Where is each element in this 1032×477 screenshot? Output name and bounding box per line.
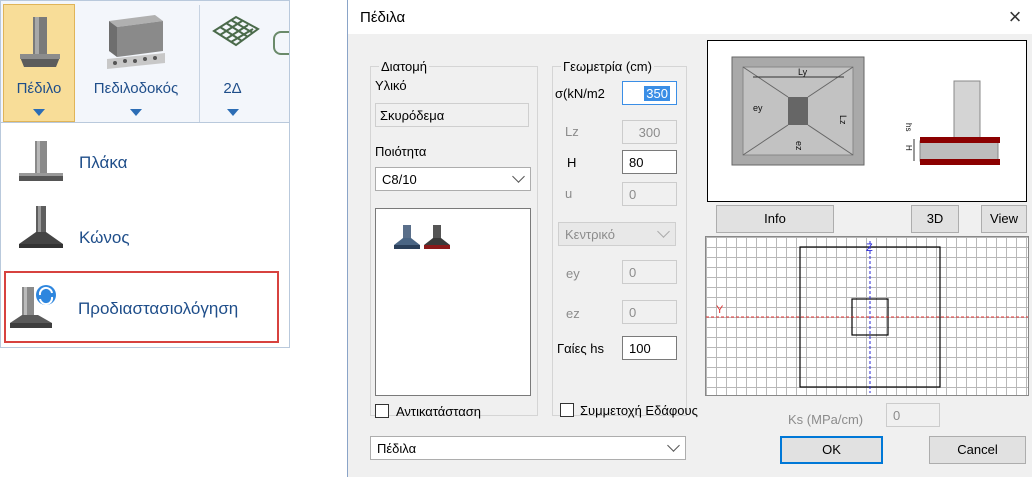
ribbon-menu: Πέδιλο Πεδιλοδοκός 2Δ Πλάκα Κώνος Προδια… xyxy=(0,0,290,348)
lz-label: Lz xyxy=(565,124,579,139)
lz-dim-label: Lz xyxy=(838,115,848,125)
2d-ribbon-label: 2Δ xyxy=(223,80,242,97)
footing-kind-value: Πέδιλα xyxy=(377,441,417,456)
menu-item-predimensioning-label: Προδιαστασιολόγηση xyxy=(78,299,239,318)
section-group-title: Διατομή xyxy=(379,59,429,74)
sigma-label: σ(kN/m2 xyxy=(555,86,605,101)
ribbon-overflow-icon xyxy=(273,31,289,55)
info-button[interactable]: Info xyxy=(716,205,834,233)
chevron-down-icon xyxy=(130,109,142,116)
cancel-button[interactable]: Cancel xyxy=(929,436,1026,464)
chevron-down-icon xyxy=(33,109,45,116)
slab-footing-icon xyxy=(19,141,63,181)
soil-participation-label: Συμμετοχή Εδάφους xyxy=(580,403,698,418)
footing-ribbon-button[interactable]: Πέδιλο xyxy=(3,4,75,122)
footing-drawing: Ly ey Lz ez hs H xyxy=(731,56,1000,166)
chevron-down-icon xyxy=(667,439,680,452)
sigma-value: 350 xyxy=(644,86,670,101)
soil-participation-checkbox[interactable] xyxy=(560,403,574,417)
3d-button[interactable]: 3D xyxy=(911,205,959,233)
strip-footing-icon xyxy=(107,15,165,69)
menu-item-slab[interactable]: Πλάκα xyxy=(9,133,279,193)
placement-grid[interactable]: Z Y xyxy=(705,236,1029,396)
z-axis-label: Z xyxy=(866,242,873,254)
dialog-title: Πέδιλα xyxy=(360,9,406,26)
ey-label: ey xyxy=(566,266,580,281)
ez-dim-label: ez xyxy=(794,141,804,151)
lz-input[interactable]: 300 xyxy=(622,120,677,144)
ok-button[interactable]: OK xyxy=(780,436,883,464)
footings-dialog: Πέδιλα × Διατομή Υλικό Σκυρόδεμα Ποιότητ… xyxy=(347,0,1032,477)
hs-label: Γαίες hs xyxy=(557,341,604,356)
geometry-group-title: Γεωμετρία (cm) xyxy=(561,59,654,74)
material-label: Υλικό xyxy=(375,78,407,93)
footing-ribbon-label: Πέδιλο xyxy=(16,80,62,97)
chevron-down-icon xyxy=(512,170,525,183)
footing-preview: Ly ey Lz ez hs H xyxy=(707,40,1027,202)
position-select[interactable]: Κεντρικό xyxy=(558,222,676,246)
ly-dim-label: Ly xyxy=(798,67,808,77)
close-icon[interactable]: × xyxy=(1003,4,1027,30)
ey-input[interactable]: 0 xyxy=(622,260,677,284)
ribbon-strip: Πέδιλο Πεδιλοδοκός 2Δ xyxy=(0,0,290,123)
ez-label: ez xyxy=(566,306,580,321)
u-label: u xyxy=(565,186,573,201)
quality-select-value: C8/10 xyxy=(382,172,417,187)
dialog-client-area: Διατομή Υλικό Σκυρόδεμα Ποιότητα C8/10 Γ… xyxy=(348,34,1032,477)
hs-dim-label: hs xyxy=(904,123,913,131)
2d-ribbon-button[interactable]: 2Δ xyxy=(199,5,265,122)
ey-dim-label: ey xyxy=(753,103,763,113)
footing-dropdown-menu: Πλάκα Κώνος Προδιαστασιολόγηση xyxy=(0,123,290,348)
footing-kind-select[interactable]: Πέδιλα xyxy=(370,436,686,460)
ks-label: Ks (MPa/cm) xyxy=(788,412,864,427)
ez-input[interactable]: 0 xyxy=(622,300,677,324)
material-value: Σκυρόδεμα xyxy=(375,103,529,127)
quality-label: Ποιότητα xyxy=(375,144,427,159)
sigma-input[interactable]: 350 xyxy=(622,81,677,105)
replace-checkbox[interactable] xyxy=(375,404,389,418)
dialog-title-bar: Πέδιλα × xyxy=(348,0,1032,34)
view-button[interactable]: View xyxy=(981,205,1027,233)
cone-footing-icon xyxy=(19,206,63,248)
menu-item-predimensioning[interactable]: Προδιαστασιολόγηση xyxy=(4,271,279,343)
h-dim-label: H xyxy=(904,145,913,151)
predimension-footing-icon xyxy=(10,285,56,328)
quality-select[interactable]: C8/10 xyxy=(375,167,531,191)
hs-input[interactable]: 100 xyxy=(622,336,677,360)
strip-footing-ribbon-button[interactable]: Πεδιλοδοκός xyxy=(79,5,193,122)
blue-footing-icon[interactable] xyxy=(392,223,422,253)
u-input[interactable]: 0 xyxy=(622,182,677,206)
ks-input[interactable]: 0 xyxy=(886,403,940,427)
chevron-down-icon xyxy=(226,109,239,116)
grid-overlay: Z Y xyxy=(706,241,1028,393)
footing-type-list[interactable] xyxy=(375,208,531,396)
mesh-grid-icon xyxy=(212,15,260,47)
chevron-down-icon xyxy=(657,225,670,238)
replace-label: Αντικατάσταση xyxy=(396,404,482,419)
strip-footing-ribbon-label: Πεδιλοδοκός xyxy=(93,80,179,97)
h-input[interactable]: 80 xyxy=(622,150,677,174)
menu-item-slab-label: Πλάκα xyxy=(79,153,128,172)
menu-item-cone[interactable]: Κώνος xyxy=(9,206,279,268)
y-axis-label: Y xyxy=(716,304,724,316)
position-select-value: Κεντρικό xyxy=(565,227,615,242)
footing-icon xyxy=(20,17,60,67)
red-footing-icon[interactable] xyxy=(422,223,452,253)
menu-item-cone-label: Κώνος xyxy=(79,228,130,247)
h-label: H xyxy=(567,155,577,170)
